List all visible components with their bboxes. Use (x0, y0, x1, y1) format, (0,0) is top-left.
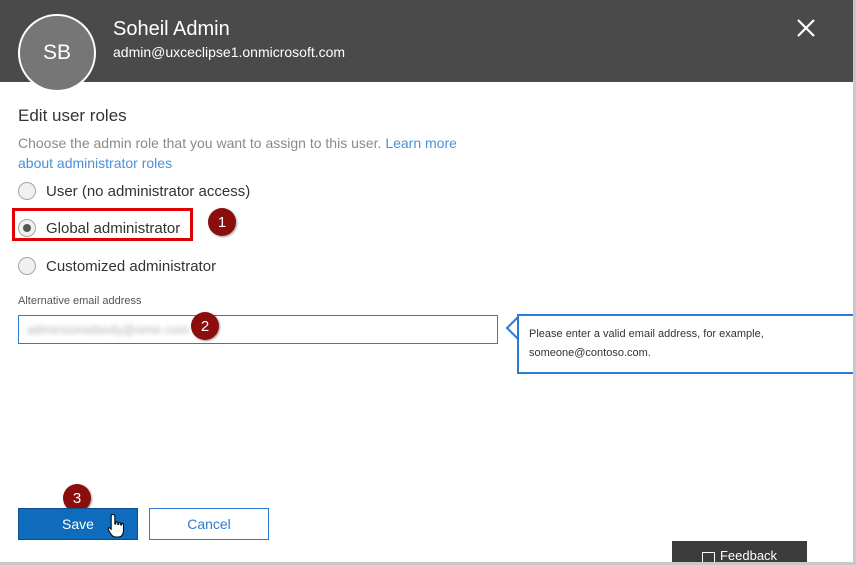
panel-header: SB Soheil Admin admin@uxceclipse1.onmicr… (0, 0, 856, 92)
description-text: Choose the admin role that you want to a… (18, 135, 382, 151)
close-icon[interactable] (792, 14, 820, 42)
avatar: SB (18, 14, 96, 92)
role-option-label: Customized administrator (46, 257, 217, 275)
radio-user[interactable] (18, 182, 36, 200)
role-option-label: Global administrator (46, 219, 181, 237)
cancel-button[interactable]: Cancel (149, 508, 269, 540)
step-badge-2: 2 (191, 312, 219, 340)
alt-email-label: Alternative email address (18, 295, 142, 307)
role-option-global-admin[interactable]: Global administrator (18, 216, 180, 240)
step-badge-1: 1 (208, 208, 236, 236)
user-email: admin@uxceclipse1.onmicrosoft.com (113, 44, 346, 60)
role-option-customized-admin[interactable]: Customized administrator (18, 254, 216, 278)
role-option-user[interactable]: User (no administrator access) (18, 179, 250, 203)
alt-email-input[interactable]: adminsomebody@ome.com (18, 315, 498, 344)
roles-description: Choose the admin role that you want to a… (18, 133, 488, 173)
hand-cursor-icon (107, 513, 124, 538)
feedback-label: Feedback (719, 548, 778, 563)
avatar-initials: SB (42, 41, 71, 64)
alt-email-value: adminsomebody@ome.com (27, 322, 190, 337)
section-title: Edit user roles (18, 106, 127, 125)
user-name: Soheil Admin (113, 18, 230, 40)
role-option-label: User (no administrator access) (46, 182, 251, 200)
validation-callout: Please enter a valid email address, for … (517, 314, 856, 374)
validation-message: Please enter a valid email address, for … (529, 328, 764, 359)
radio-customized-admin[interactable] (18, 257, 36, 275)
radio-global-admin[interactable] (18, 219, 36, 237)
